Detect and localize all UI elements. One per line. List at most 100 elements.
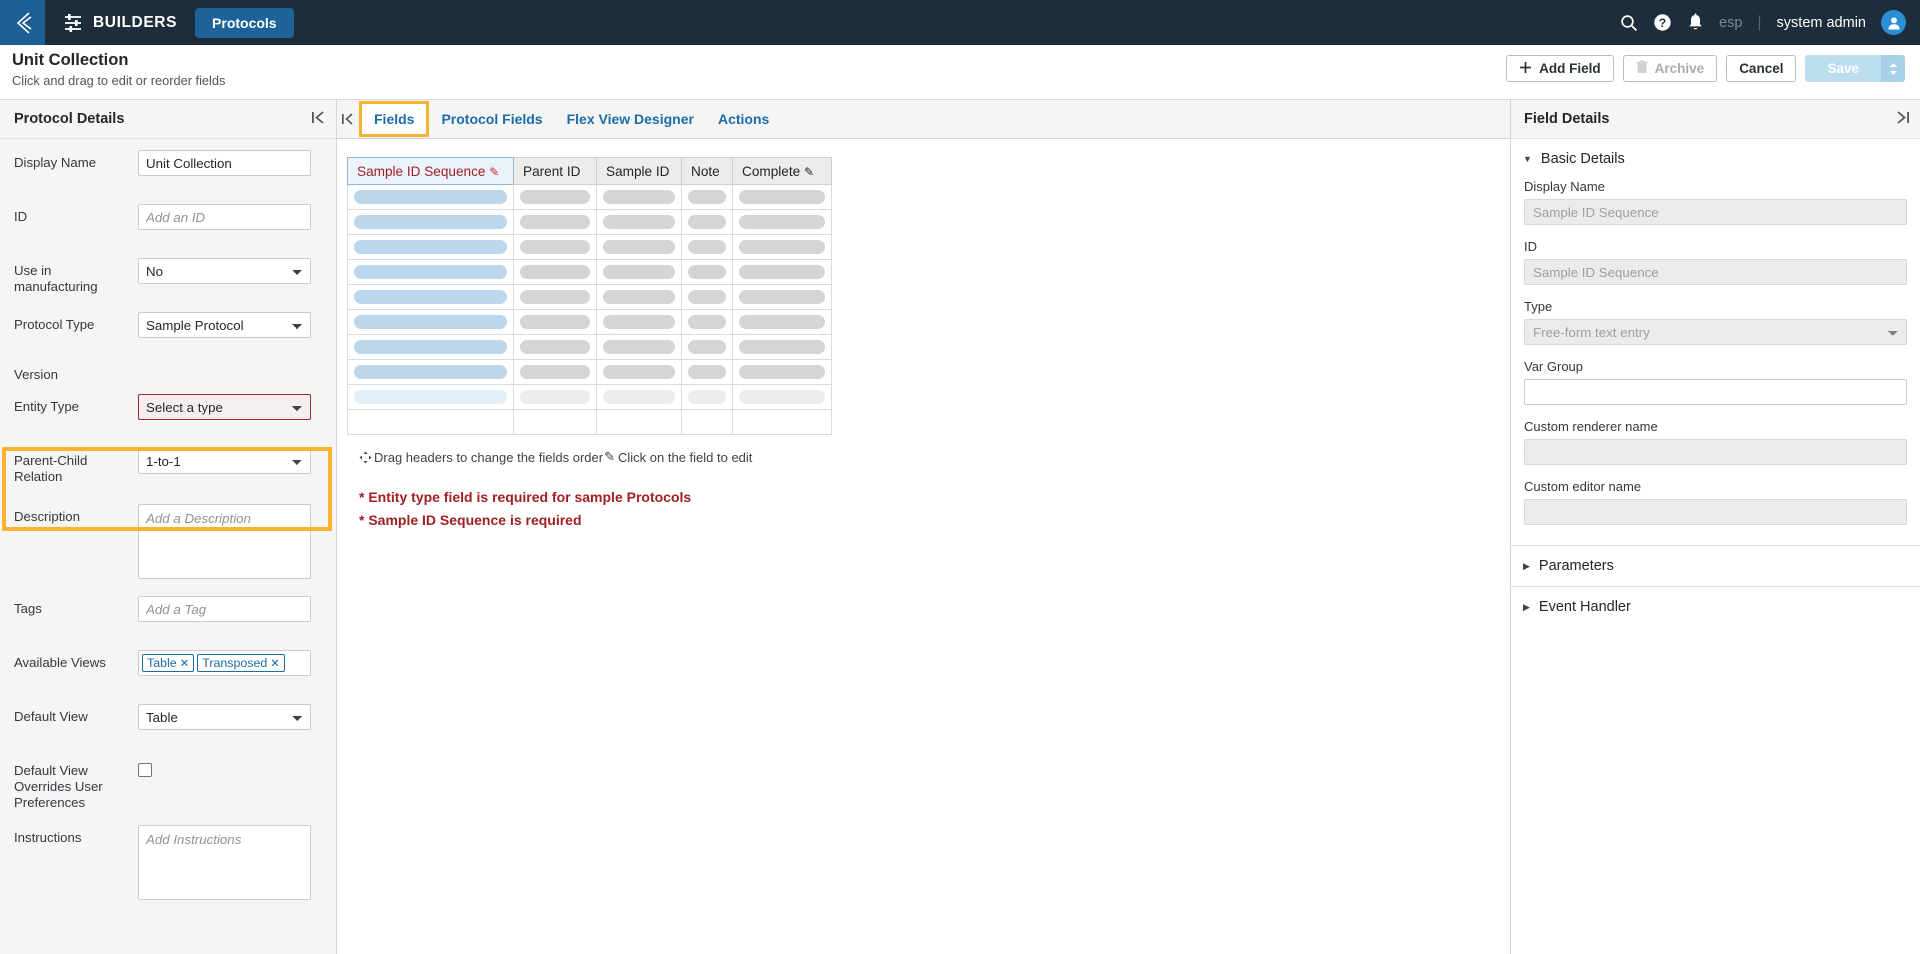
- id-input[interactable]: [138, 204, 311, 230]
- builders-brand[interactable]: BUILDERS: [62, 12, 177, 34]
- table-cell[interactable]: [681, 284, 733, 310]
- table-cell[interactable]: [513, 334, 597, 360]
- table-cell[interactable]: [596, 284, 682, 310]
- collapse-right-icon[interactable]: [1895, 111, 1910, 127]
- table-cell[interactable]: [681, 384, 733, 410]
- table-cell[interactable]: [596, 384, 682, 410]
- table-row[interactable]: [347, 334, 832, 360]
- available-views-chips[interactable]: Table ✕ Transposed ✕: [138, 650, 311, 676]
- default-view-overrides-checkbox[interactable]: [138, 763, 152, 777]
- table-cell[interactable]: [596, 334, 682, 360]
- close-icon[interactable]: ✕: [180, 656, 190, 670]
- table-cell[interactable]: [596, 309, 682, 335]
- display-name-readonly-input[interactable]: [1524, 199, 1907, 225]
- tab-fields[interactable]: Fields: [359, 100, 430, 137]
- back-chevron-icon[interactable]: [0, 0, 45, 45]
- save-button[interactable]: Save: [1805, 55, 1881, 82]
- section-basic-details[interactable]: ▼ Basic Details: [1511, 139, 1920, 179]
- table-cell[interactable]: [732, 184, 832, 210]
- table-cell[interactable]: [596, 359, 682, 385]
- tab-actions[interactable]: Actions: [706, 100, 781, 139]
- close-icon[interactable]: ✕: [270, 656, 280, 670]
- use-in-manufacturing-select[interactable]: No: [138, 258, 311, 284]
- table-cell[interactable]: [347, 334, 514, 360]
- column-header-sample-id-sequence[interactable]: Sample ID Sequence ✎: [347, 157, 514, 185]
- table-row[interactable]: [347, 284, 832, 310]
- save-split-button[interactable]: Save: [1805, 55, 1905, 82]
- table-cell[interactable]: [513, 209, 597, 235]
- column-header-note[interactable]: Note: [681, 157, 733, 185]
- custom-renderer-name-input[interactable]: [1524, 439, 1907, 465]
- table-cell[interactable]: [596, 259, 682, 285]
- table-cell[interactable]: [596, 184, 682, 210]
- table-cell[interactable]: [732, 259, 832, 285]
- pencil-icon[interactable]: ✎: [804, 165, 814, 179]
- user-avatar-icon[interactable]: [1881, 10, 1906, 35]
- tags-input[interactable]: [138, 596, 311, 622]
- table-cell[interactable]: [347, 259, 514, 285]
- table-cell[interactable]: [681, 359, 733, 385]
- bell-icon[interactable]: [1687, 13, 1704, 32]
- table-cell[interactable]: [732, 284, 832, 310]
- table-cell[interactable]: [681, 234, 733, 260]
- table-cell[interactable]: [732, 309, 832, 335]
- table-cell[interactable]: [513, 309, 597, 335]
- table-cell[interactable]: [732, 234, 832, 260]
- help-circle-icon[interactable]: ?: [1653, 13, 1672, 32]
- description-textarea[interactable]: [138, 504, 311, 579]
- custom-editor-name-input[interactable]: [1524, 499, 1907, 525]
- type-select[interactable]: Free-form text entry: [1524, 319, 1907, 345]
- collapse-left-icon[interactable]: [311, 111, 326, 127]
- table-cell[interactable]: [732, 359, 832, 385]
- chip-transposed[interactable]: Transposed ✕: [197, 654, 285, 672]
- archive-button[interactable]: Archive: [1622, 55, 1718, 82]
- table-cell[interactable]: [513, 234, 597, 260]
- entity-type-select[interactable]: Select a type: [138, 394, 311, 420]
- table-cell[interactable]: [347, 209, 514, 235]
- pencil-icon[interactable]: ✎: [489, 165, 499, 179]
- instructions-textarea[interactable]: [138, 825, 311, 900]
- table-cell[interactable]: [513, 259, 597, 285]
- table-cell[interactable]: [347, 234, 514, 260]
- table-cell[interactable]: [732, 384, 832, 410]
- table-row[interactable]: [347, 184, 832, 210]
- caret-updown-icon[interactable]: [1881, 55, 1905, 82]
- table-row[interactable]: [347, 359, 832, 385]
- table-row[interactable]: [347, 409, 832, 435]
- table-cell[interactable]: [513, 284, 597, 310]
- table-cell[interactable]: [732, 334, 832, 360]
- tab-protocol-fields[interactable]: Protocol Fields: [429, 100, 554, 139]
- protocols-nav-button[interactable]: Protocols: [195, 7, 294, 38]
- collapse-center-icon[interactable]: [337, 113, 359, 125]
- table-cell[interactable]: [347, 184, 514, 210]
- table-row[interactable]: [347, 209, 832, 235]
- table-cell[interactable]: [513, 384, 597, 410]
- table-cell[interactable]: [347, 384, 514, 410]
- table-row[interactable]: [347, 309, 832, 335]
- table-cell[interactable]: [347, 309, 514, 335]
- table-cell[interactable]: [513, 409, 597, 435]
- table-cell[interactable]: [513, 359, 597, 385]
- var-group-input[interactable]: [1524, 379, 1907, 405]
- table-cell[interactable]: [732, 409, 832, 435]
- table-cell[interactable]: [596, 409, 682, 435]
- tab-flex-view-designer[interactable]: Flex View Designer: [555, 100, 706, 139]
- table-cell[interactable]: [347, 409, 514, 435]
- table-cell[interactable]: [347, 359, 514, 385]
- protocol-type-select[interactable]: Sample Protocol: [138, 312, 311, 338]
- table-row[interactable]: [347, 234, 832, 260]
- table-row[interactable]: [347, 259, 832, 285]
- chip-table[interactable]: Table ✕: [142, 654, 195, 672]
- add-field-button[interactable]: Add Field: [1506, 55, 1614, 82]
- parent-child-relation-select[interactable]: 1-to-1: [138, 448, 311, 474]
- table-cell[interactable]: [681, 409, 733, 435]
- search-icon[interactable]: [1620, 14, 1638, 32]
- table-cell[interactable]: [681, 334, 733, 360]
- section-event-handler[interactable]: ▶ Event Handler: [1511, 586, 1920, 627]
- display-name-input[interactable]: [138, 150, 311, 176]
- cancel-button[interactable]: Cancel: [1726, 55, 1797, 82]
- table-cell[interactable]: [681, 209, 733, 235]
- table-cell[interactable]: [347, 284, 514, 310]
- id-readonly-input[interactable]: [1524, 259, 1907, 285]
- table-cell[interactable]: [681, 184, 733, 210]
